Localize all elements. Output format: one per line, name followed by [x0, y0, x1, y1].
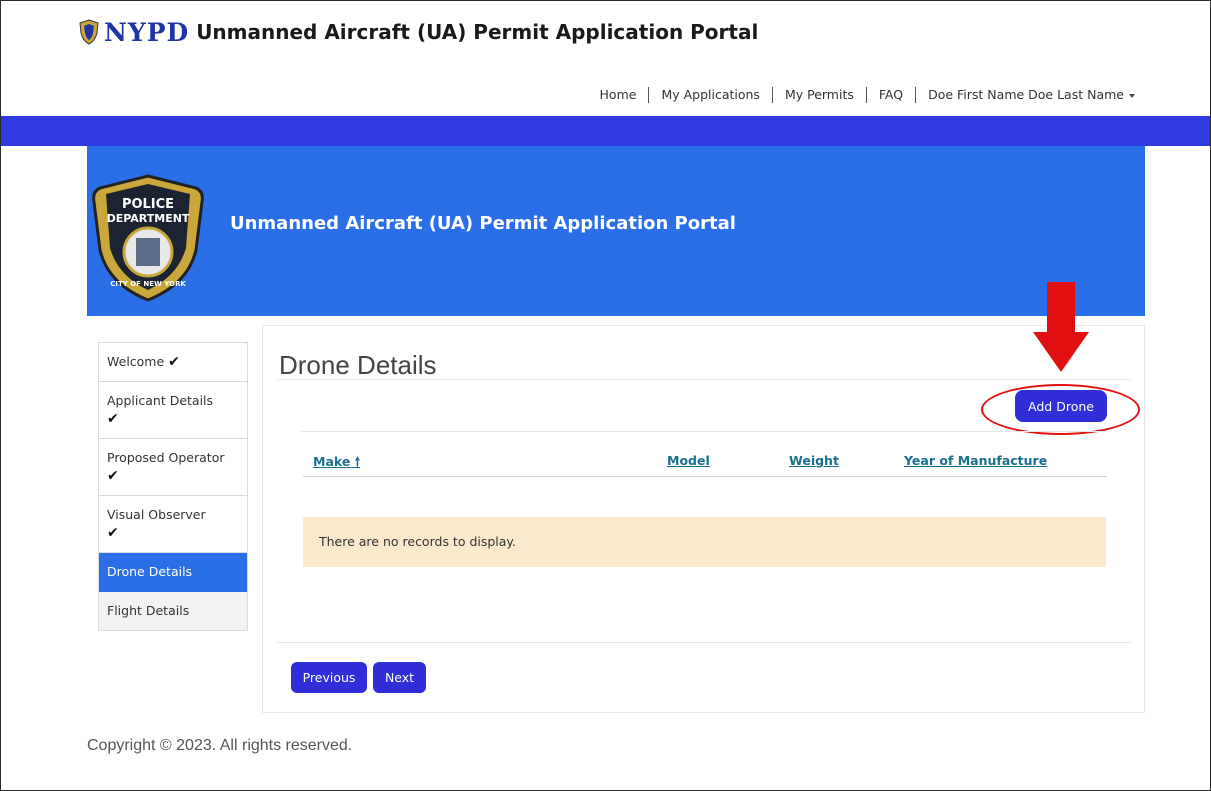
sidebar-item-welcome[interactable]: Welcome ✔ — [99, 343, 247, 382]
user-name: Doe First Name Doe Last Name — [928, 87, 1124, 102]
nav-my-permits[interactable]: My Permits — [771, 87, 866, 103]
sidebar-item-visual-observer[interactable]: Visual Observer ✔ — [99, 496, 247, 553]
checkmark-icon: ✔ — [107, 411, 119, 427]
divider — [277, 642, 1131, 643]
previous-button[interactable]: Previous — [291, 662, 367, 693]
badge-text-top: POLICE — [122, 197, 174, 212]
column-header-model[interactable]: Model — [667, 453, 710, 468]
sidebar-steps: Welcome ✔ Applicant Details ✔ Proposed O… — [98, 342, 248, 631]
top-nav: Home My Applications My Permits FAQ Doe … — [588, 84, 1147, 106]
column-header-make[interactable]: Make 🠕 — [313, 453, 360, 474]
page-title: Drone Details — [279, 350, 437, 380]
column-header-year-of-manufacture[interactable]: Year of Manufacture — [904, 453, 1047, 468]
badge-text-city: CITY OF NEW YORK — [110, 280, 186, 288]
hero-banner: POLICE DEPARTMENT CITY OF NEW YORK Unman… — [87, 146, 1145, 316]
sidebar-item-proposed-operator[interactable]: Proposed Operator ✔ — [99, 439, 247, 496]
nav-user-menu[interactable]: Doe First Name Doe Last Name — [915, 87, 1147, 103]
nav-my-applications[interactable]: My Applications — [648, 87, 772, 103]
sidebar-item-label: Applicant Details — [107, 393, 214, 408]
checkmark-icon: ✔ — [168, 354, 180, 370]
police-department-badge-icon: POLICE DEPARTMENT CITY OF NEW YORK — [92, 174, 204, 302]
caret-down-icon — [1129, 93, 1135, 98]
badge-text-mid: DEPARTMENT — [107, 212, 190, 225]
checkmark-icon: ✔ — [107, 468, 119, 484]
sidebar-item-label: Visual Observer — [107, 507, 206, 522]
main-panel: Drone Details Add Drone Make 🠕 Model Wei… — [262, 282, 1145, 713]
table-header: Make 🠕 Model Weight Year of Manufacture — [303, 453, 1107, 477]
empty-table-message: There are no records to display. — [303, 517, 1106, 567]
sidebar-item-flight-details[interactable]: Flight Details — [99, 592, 247, 630]
sidebar-item-applicant-details[interactable]: Applicant Details ✔ — [99, 382, 247, 439]
nav-faq[interactable]: FAQ — [865, 87, 915, 103]
column-header-weight[interactable]: Weight — [789, 453, 839, 468]
sort-ascending-icon: 🠕 — [354, 454, 361, 469]
divider — [277, 379, 1131, 380]
sidebar-item-label: Proposed Operator — [107, 450, 225, 465]
nav-home[interactable]: Home — [588, 87, 649, 103]
checkmark-icon: ✔ — [107, 525, 119, 541]
sidebar-item-label: Drone Details — [107, 564, 193, 579]
sidebar-item-label: Flight Details — [107, 603, 190, 618]
brand-title: Unmanned Aircraft (UA) Permit Applicatio… — [196, 20, 759, 44]
brand-logo-text: NYPD — [104, 17, 190, 47]
copyright-text: Copyright © 2023. All rights reserved. — [87, 737, 353, 754]
site-brand[interactable]: NYPD Unmanned Aircraft (UA) Permit Appli… — [78, 14, 758, 50]
sidebar-item-drone-details[interactable]: Drone Details — [99, 553, 247, 592]
top-color-bar — [1, 116, 1210, 146]
nypd-shield-icon — [79, 19, 99, 45]
next-button[interactable]: Next — [373, 662, 426, 693]
table-header-rule — [303, 476, 1107, 477]
column-label: Make — [313, 454, 351, 469]
divider — [301, 431, 1107, 432]
hero-title: Unmanned Aircraft (UA) Permit Applicatio… — [230, 213, 736, 234]
annotation-highlight-circle — [981, 384, 1140, 435]
annotation-arrow-down-icon — [1033, 282, 1089, 372]
sidebar-item-label: Welcome — [107, 354, 165, 369]
